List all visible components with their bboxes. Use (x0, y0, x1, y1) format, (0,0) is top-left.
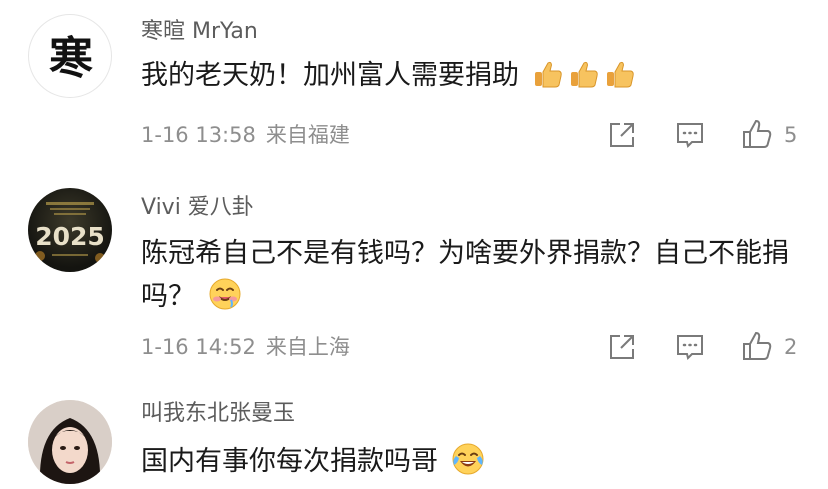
share-button[interactable] (607, 332, 637, 366)
comment-meta: 1-16 13:58 来自福建 (141, 121, 350, 149)
avatar-year: 2025 (35, 222, 105, 251)
timestamp: 1-16 14:52 (141, 335, 256, 359)
tears-of-joy-icon (451, 442, 485, 489)
comment-icon (677, 335, 703, 360)
thumbs-up-icon (604, 58, 636, 103)
avatar[interactable]: 寒 (28, 14, 112, 98)
avatar[interactable]: 2025 (28, 188, 112, 272)
like-count: 2 (784, 335, 798, 359)
comment-text: 陈冠希自己不是有钱吗？为啥要外界捐款？自己不能捐吗？ (141, 232, 796, 324)
share-button[interactable] (607, 120, 637, 154)
comment-button[interactable] (675, 332, 705, 366)
comment-body: 我的老天奶！加州富人需要捐助 (141, 60, 519, 91)
comment-icon (677, 123, 703, 148)
username[interactable]: 寒暄 MrYan (141, 18, 258, 46)
comment-text: 国内有事你每次捐款吗哥 (141, 440, 801, 489)
avatar-calligraphy: 寒 (49, 33, 93, 84)
like-button[interactable] (741, 330, 773, 366)
comment-item: 2025 Vivi 爱八卦 陈冠希自己不是有钱吗？为啥要外界捐款？自己不能捐吗？… (0, 170, 828, 378)
like-count: 5 (784, 123, 798, 147)
comment-item: 寒 寒暄 MrYan 我的老天奶！加州富人需要捐助 1-16 13:58 来自福建 (0, 0, 828, 170)
username[interactable]: 叫我东北张曼玉 (141, 400, 295, 428)
comment-body: 国内有事你每次捐款吗哥 (141, 446, 438, 477)
avatar[interactable] (28, 400, 112, 484)
comment-meta: 1-16 14:52 来自上海 (141, 333, 350, 361)
thumbs-up-icon (568, 58, 600, 103)
like-icon (743, 331, 772, 360)
share-icon (610, 123, 634, 147)
thumbs-up-icon (532, 58, 564, 103)
share-icon (610, 335, 634, 359)
comment-item: 叫我东北张曼玉 国内有事你每次捐款吗哥 (0, 378, 828, 488)
drooling-face-icon (208, 277, 242, 324)
location: 来自上海 (265, 335, 350, 359)
timestamp: 1-16 13:58 (141, 123, 256, 147)
comment-button[interactable] (675, 120, 705, 154)
like-button[interactable] (741, 118, 773, 154)
comment-text: 我的老天奶！加州富人需要捐助 (141, 54, 801, 103)
like-icon (743, 119, 772, 148)
username[interactable]: Vivi 爱八卦 (141, 194, 254, 222)
location: 来自福建 (265, 123, 350, 147)
